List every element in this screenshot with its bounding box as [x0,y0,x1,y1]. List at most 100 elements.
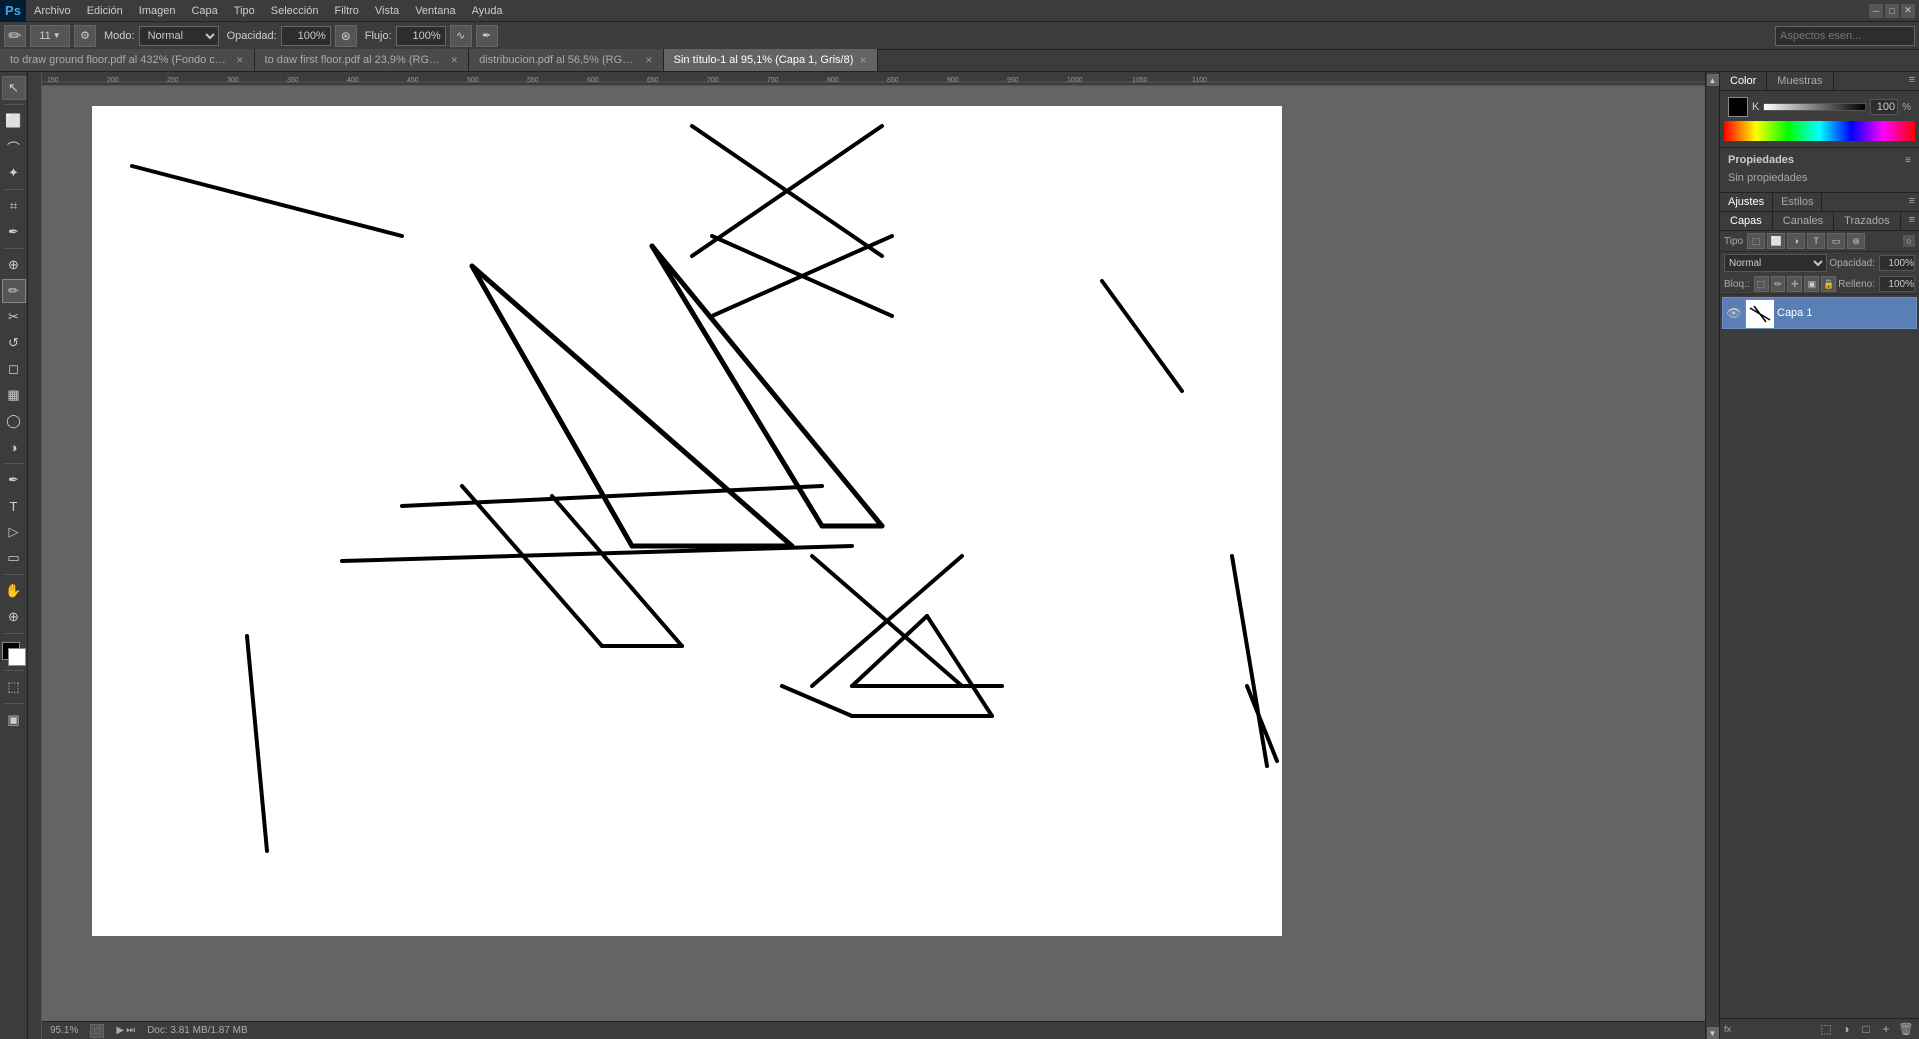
new-adjustment-btn[interactable]: ◑ [1837,1021,1855,1037]
background-color[interactable] [8,648,26,666]
tab-3[interactable]: distribucion.pdf al 56,5% (RGB/8) ✕ [469,49,664,71]
lock-transparent-btn[interactable]: ⬚ [1754,276,1769,292]
layer-item[interactable]: 👁 Capa 1 [1722,297,1917,329]
color-spectrum[interactable] [1724,121,1915,141]
fx-label[interactable]: fx [1724,1024,1731,1034]
lock-artboard-btn[interactable]: ▣ [1804,276,1819,292]
tab-2-close[interactable]: ✕ [451,55,459,66]
lock-paint-btn[interactable]: ✏ [1771,276,1786,292]
tab-4[interactable]: Sin título-1 al 95,1% (Capa 1, Gris/8) ✕ [664,49,878,71]
skip-btn[interactable]: ⏭ [126,1025,135,1036]
menu-ventana[interactable]: Ventana [407,3,463,19]
quick-mask-tool[interactable]: ⬚ [2,675,26,699]
menu-capa[interactable]: Capa [183,3,225,19]
select-rect-tool[interactable]: ⬜ [2,109,26,133]
scroll-down-btn[interactable]: ▼ [1707,1027,1719,1039]
menu-tipo[interactable]: Tipo [226,3,263,19]
estilos-tab[interactable]: Estilos [1773,193,1822,211]
tab-3-close[interactable]: ✕ [645,55,653,66]
eraser-tool[interactable]: ◻ [2,357,26,381]
canvas-container[interactable] [42,86,1705,1025]
tab-1[interactable]: to draw ground floor.pdf al 432% (Fondo … [0,49,255,71]
stylus-btn[interactable]: ✒ [476,25,498,47]
brush-preset-picker[interactable]: 11 ▼ [30,25,70,47]
magic-wand-tool[interactable]: ✦ [2,161,26,185]
layer-kind-pixel[interactable]: ⬜ [1767,233,1785,249]
gradient-tool[interactable]: ▦ [2,383,26,407]
menu-archivo[interactable]: Archivo [26,3,79,19]
zoom-tool[interactable]: ⊕ [2,605,26,629]
color-swatch[interactable] [1728,97,1748,117]
maximize-button[interactable]: □ [1885,4,1899,18]
tool-preset-icon[interactable]: ✏ [4,25,26,47]
k-value-input[interactable] [1870,99,1898,115]
layer-kind-text[interactable]: T [1807,233,1825,249]
tab-1-close[interactable]: ✕ [236,55,244,66]
new-group-btn[interactable]: □ [1857,1021,1875,1037]
opacity-value-layers[interactable] [1879,255,1915,271]
blending-mode-select[interactable]: Normal [1724,254,1827,272]
brush-settings-btn[interactable]: ⚙ [74,25,96,47]
shape-tool[interactable]: ▭ [2,546,26,570]
clone-tool[interactable]: ✂ [2,305,26,329]
ajustes-tab[interactable]: Ajustes [1720,193,1773,211]
layer-kind-shape[interactable]: ▭ [1827,233,1845,249]
brush-tool[interactable]: ✏ [2,279,26,303]
menu-vista[interactable]: Vista [367,3,407,19]
screen-mode-btn[interactable]: ▣ [2,708,26,732]
k-slider[interactable] [1763,103,1866,111]
scroll-up-btn[interactable]: ▲ [1707,74,1719,86]
menu-edicion[interactable]: Edición [79,3,131,19]
zoom-fit-btn[interactable]: ⬚ [90,1024,104,1038]
menu-filtro[interactable]: Filtro [326,3,366,19]
fill-value[interactable] [1879,276,1915,292]
color-tab[interactable]: Color [1720,72,1767,90]
layer-filter-toggle[interactable]: ○ [1903,235,1915,247]
close-button[interactable]: ✕ [1901,4,1915,18]
menu-imagen[interactable]: Imagen [131,3,184,19]
airbrush-toggle[interactable]: ⊛ [335,25,357,47]
layer-kind-all[interactable]: ⬚ [1747,233,1765,249]
lock-all-btn[interactable]: 🔒 [1821,276,1836,292]
color-panel-menu[interactable]: ≡ [1905,72,1919,90]
tab-2[interactable]: to daw first floor.pdf al 23,9% (RGB/8) … [255,49,470,71]
layers-panel-menu[interactable]: ≡ [1905,212,1919,230]
tab-4-close[interactable]: ✕ [859,55,867,66]
search-input[interactable] [1775,26,1915,46]
pen-tool[interactable]: ✒ [2,468,26,492]
layer-kind-adjust[interactable]: ◑ [1787,233,1805,249]
new-layer-btn[interactable]: + [1877,1021,1895,1037]
canvas-area[interactable]: 150 200 250 300 350 400 450 500 550 600 … [42,72,1705,1039]
swatches-tab[interactable]: Muestras [1767,72,1833,90]
layer-visibility-toggle[interactable]: 👁 [1727,306,1741,320]
trazados-tab[interactable]: Trazados [1834,212,1900,230]
text-tool[interactable]: T [2,494,26,518]
lasso-tool[interactable]: ⌒ [2,135,26,159]
crop-tool[interactable]: ⌗ [2,194,26,218]
adj-panel-menu[interactable]: ≡ [1905,193,1919,211]
delete-layer-btn[interactable]: 🗑 [1897,1021,1915,1037]
minimize-button[interactable]: ─ [1869,4,1883,18]
hand-tool[interactable]: ✋ [2,579,26,603]
layer-kind-smart[interactable]: ⊛ [1847,233,1865,249]
drawing-canvas[interactable] [92,106,1282,936]
blur-tool[interactable]: ◯ [2,409,26,433]
menu-seleccion[interactable]: Selección [263,3,327,19]
history-tool[interactable]: ↺ [2,331,26,355]
mode-select[interactable]: Normal [139,26,219,46]
eyedropper-tool[interactable]: ✒ [2,220,26,244]
path-select-tool[interactable]: ▷ [2,520,26,544]
menu-ayuda[interactable]: Ayuda [464,3,511,19]
properties-collapse[interactable]: ≡ [1905,155,1911,166]
dodge-tool[interactable]: ◑ [2,435,26,459]
flow-input[interactable] [396,26,446,46]
smoothing-btn[interactable]: ∿ [450,25,472,47]
color-switcher[interactable] [2,642,26,666]
capas-tab[interactable]: Capas [1720,212,1773,230]
opacity-input[interactable] [281,26,331,46]
play-btn[interactable]: ▶ [116,1025,124,1036]
move-tool[interactable]: ↖ [2,76,26,100]
canales-tab[interactable]: Canales [1773,212,1834,230]
add-mask-btn[interactable]: ⬚ [1817,1021,1835,1037]
lock-position-btn[interactable]: ✛ [1787,276,1802,292]
